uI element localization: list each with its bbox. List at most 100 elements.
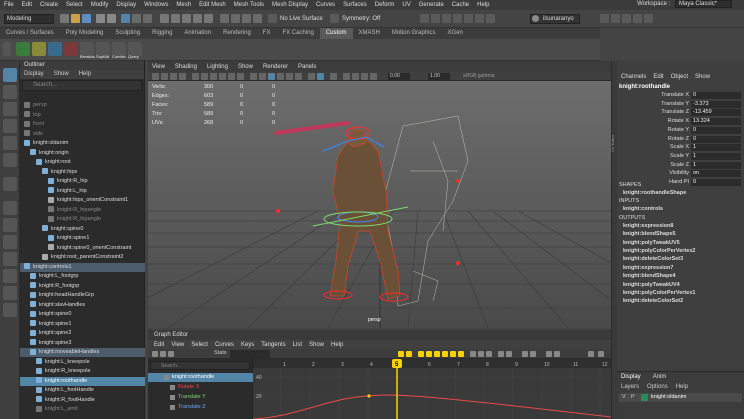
free-tangent-weight-icon[interactable] — [498, 351, 504, 357]
sidebar-toggle-icon-3[interactable] — [442, 14, 451, 23]
channel-attr-value[interactable]: 1 — [691, 144, 741, 152]
wireframe-on-shaded-icon[interactable] — [268, 73, 275, 80]
modeling-toolkit-toggle-icon[interactable] — [644, 14, 653, 23]
menu-create[interactable]: Create — [40, 2, 58, 8]
ge-menu-help[interactable]: Help — [331, 342, 343, 348]
channel-attr-value[interactable]: -13.459 — [691, 109, 741, 117]
lasso-tool-icon[interactable] — [3, 85, 17, 99]
outliner-row[interactable]: side — [20, 130, 145, 139]
channel-node-item[interactable]: knight:blendShape4 — [623, 273, 676, 279]
layer-color-swatch[interactable] — [641, 394, 648, 401]
buffer-curve-icon[interactable] — [470, 351, 476, 357]
ge-search-input[interactable]: Search... — [150, 361, 250, 370]
live-surface-icon[interactable] — [268, 14, 277, 23]
outliner-row[interactable]: knight:L_kneepole — [20, 358, 145, 367]
open-trax-editor-icon[interactable] — [554, 351, 560, 357]
outliner-menu-display[interactable]: Display — [24, 70, 44, 79]
smooth-shade-icon[interactable] — [259, 73, 266, 80]
shelf-tab-xgen[interactable]: XGen — [442, 28, 469, 39]
channel-attr-value[interactable]: 0 — [691, 135, 741, 143]
attribute-editor-toggle-icon[interactable] — [622, 14, 631, 23]
shelf-tab-xmash[interactable]: XMASH — [353, 28, 386, 39]
layer-row[interactable]: V P knight:oldanim — [619, 393, 742, 402]
menu-surfaces[interactable]: Surfaces — [343, 2, 367, 8]
outliner-row[interactable]: knight:R_footgrp — [20, 282, 145, 291]
outliner-row[interactable]: knight:R_hipangle — [20, 206, 145, 215]
outliner-menu-help[interactable]: Help — [79, 70, 91, 79]
break-tangents-icon[interactable] — [478, 351, 484, 357]
shelf-settings-icon[interactable] — [3, 42, 11, 56]
sidebar-toggle-icon-7[interactable] — [486, 14, 495, 23]
outliner-row[interactable]: knight:L_amtl — [20, 405, 145, 414]
channel-node-item[interactable]: knight:polyColorPerVertex2 — [623, 248, 695, 254]
save-scene-icon[interactable] — [82, 14, 91, 23]
outliner-row[interactable]: top — [20, 111, 145, 120]
channel-node-item[interactable]: knight:polyTweakUV5 — [623, 240, 680, 246]
channel-node-item[interactable]: knight:polyTweakUV4 — [623, 282, 680, 288]
persp-outliner-layout-icon[interactable] — [3, 269, 17, 283]
gate-mask-icon[interactable] — [219, 73, 226, 80]
shelf-tab-fx-caching[interactable]: FX Caching — [276, 28, 319, 39]
workspace-selector[interactable]: Workspace : Maya Classic* — [637, 0, 740, 8]
channel-attr-row[interactable]: Scale Y1 — [617, 152, 744, 161]
isolate-select-icon[interactable] — [330, 73, 337, 80]
select-object-icon[interactable] — [132, 14, 141, 23]
shelf-script-icon-3[interactable] — [48, 42, 62, 56]
shelf-script-icon-2[interactable] — [32, 42, 46, 56]
resolution-gate-icon[interactable] — [210, 73, 217, 80]
ge-menu-keys[interactable]: Keys — [241, 342, 254, 348]
channel-attr-value[interactable]: 1 — [691, 161, 741, 169]
paint-select-tool-icon[interactable] — [3, 102, 17, 116]
sidebar-toggle-icon-2[interactable] — [431, 14, 440, 23]
outliner-row[interactable]: knight:root — [20, 158, 145, 167]
live-surface-field[interactable]: No Live Surface — [280, 14, 323, 24]
four-pane-layout-icon[interactable] — [3, 218, 17, 232]
select-tool-icon[interactable] — [3, 68, 17, 82]
sidebar-toggle-icon-5[interactable] — [464, 14, 473, 23]
menu-cache[interactable]: Cache — [452, 2, 469, 8]
cb-menu-edit[interactable]: Edit — [653, 74, 663, 80]
side-by-side-layout-icon[interactable] — [3, 235, 17, 249]
outliner-row[interactable]: knight:R_kneepole — [20, 367, 145, 376]
snap-point-icon[interactable] — [182, 14, 191, 23]
outliner-row[interactable]: knight:L_footHandle — [20, 386, 145, 395]
menu-modify[interactable]: Modify — [91, 2, 109, 8]
shelf-tab-motion-graphics[interactable]: Motion Graphics — [386, 28, 442, 39]
outliner-row[interactable]: knight:R_footHandle — [20, 396, 145, 405]
channel-attr-value[interactable]: 13.324 — [691, 118, 741, 126]
layer-menu-help[interactable]: Help — [676, 384, 688, 390]
ambient-occlusion-icon[interactable] — [343, 73, 350, 80]
open-scene-icon[interactable] — [71, 14, 80, 23]
home-icon[interactable] — [600, 14, 609, 23]
outliner-row[interactable]: knight:roothandle — [20, 376, 145, 386]
shelf-script-icon-4[interactable] — [64, 42, 78, 56]
channel-attr-value[interactable]: 1 — [691, 152, 741, 160]
snap-curve-icon[interactable] — [171, 14, 180, 23]
menu-file[interactable]: File — [4, 2, 14, 8]
new-scene-icon[interactable] — [60, 14, 69, 23]
ge-menu-edit[interactable]: Edit — [154, 342, 164, 348]
viewport-menu-panels[interactable]: Panels — [298, 64, 316, 70]
shelf-tab-rendering[interactable]: Rendering — [217, 28, 257, 39]
ge-menu-curves[interactable]: Curves — [215, 342, 234, 348]
channel-node-item[interactable]: knight:roothandleShape — [623, 190, 686, 196]
curve-filter-icon[interactable] — [588, 351, 594, 357]
menu-uv[interactable]: UV — [402, 2, 410, 8]
shelf-tab-sculpting[interactable]: Sculpting — [109, 28, 146, 39]
textured-icon[interactable] — [277, 73, 284, 80]
xray-joints-icon[interactable] — [317, 73, 324, 80]
ge-attribute-row[interactable]: Translate Z — [148, 403, 253, 412]
channel-attr-row[interactable]: Rotate Z0 — [617, 135, 744, 144]
outliner-row[interactable]: knight:spine0 — [20, 310, 145, 319]
shelf-script-icon-1[interactable] — [16, 42, 30, 56]
outliner-row[interactable]: knight:spine1 — [20, 320, 145, 329]
outliner-row[interactable]: knight:hips_orientConstraint1 — [20, 196, 145, 205]
channel-node-item[interactable]: knight:expression8 — [623, 223, 673, 229]
cb-menu-channels[interactable]: Channels — [621, 74, 646, 80]
menu-display[interactable]: Display — [116, 2, 136, 8]
snap-view-icon[interactable] — [193, 14, 202, 23]
channel-attr-value[interactable]: -3.373 — [691, 100, 741, 108]
post-infinity-cycle-icon[interactable] — [530, 351, 536, 357]
persp-graph-layout-icon[interactable] — [3, 252, 17, 266]
shelf-tab-custom[interactable]: Custom — [319, 28, 353, 39]
